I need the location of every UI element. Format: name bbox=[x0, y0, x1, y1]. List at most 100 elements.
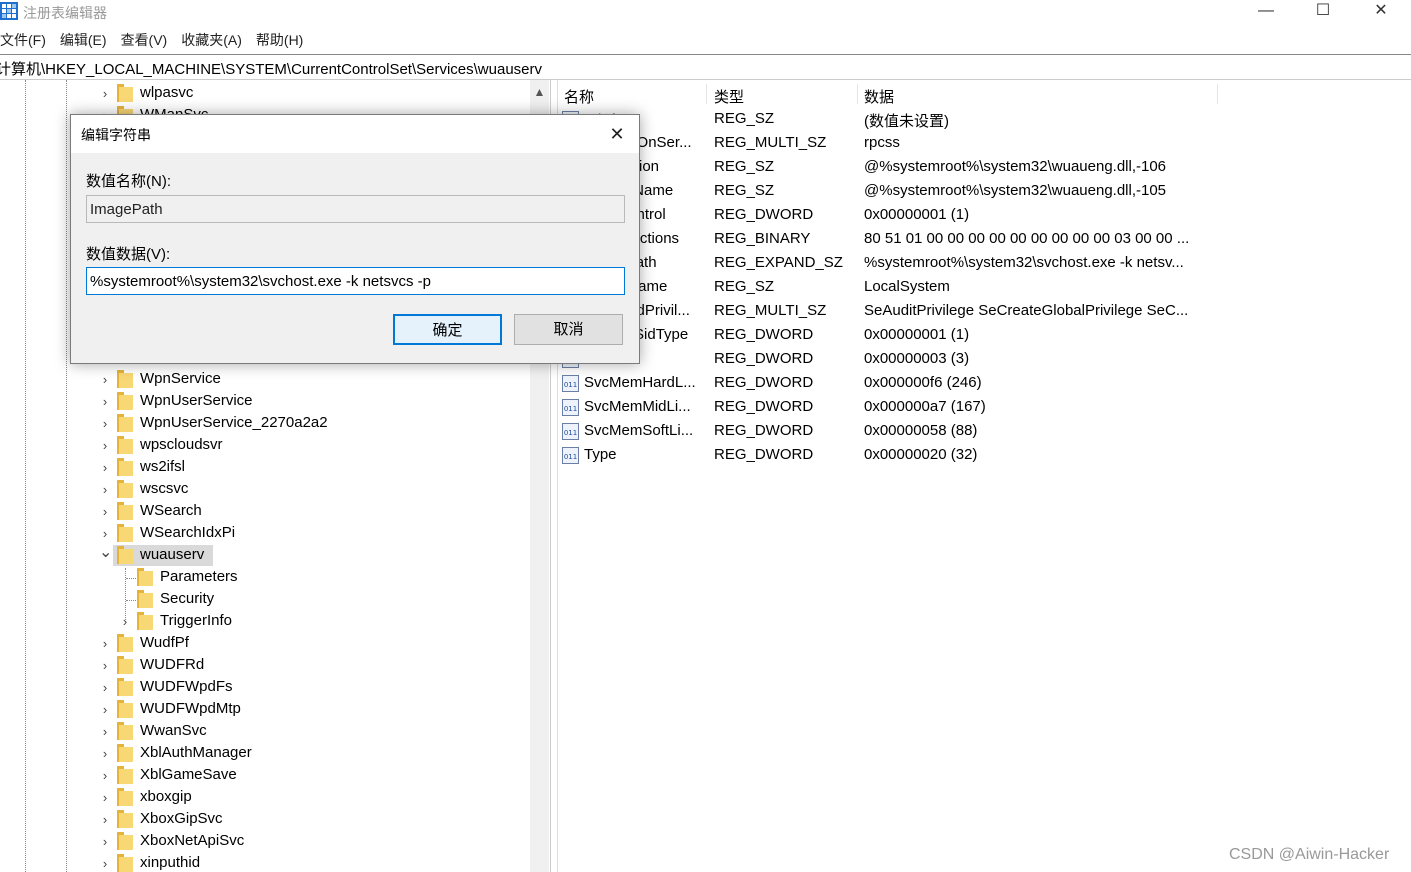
list-row[interactable]: abDependOnSer...REG_MULTI_SZrpcss bbox=[557, 132, 1411, 156]
chevron-right-icon[interactable]: › bbox=[99, 395, 111, 408]
list-row[interactable]: 011 SvcMemSoftLi... REG_DWORD 0x00000058 (8… bbox=[557, 420, 1411, 444]
window-title: 注册表编辑器 bbox=[23, 5, 107, 21]
chevron-right-icon[interactable]: › bbox=[99, 417, 111, 430]
menu-edit[interactable]: 编辑(E) bbox=[60, 30, 107, 50]
tree-item[interactable]: Parameters bbox=[0, 567, 530, 589]
tree-item[interactable]: › TriggerInfo bbox=[0, 611, 530, 633]
menu-help[interactable]: 帮助(H) bbox=[256, 30, 303, 50]
cancel-button[interactable]: 取消 bbox=[514, 314, 623, 345]
dialog-close-icon[interactable]: ✕ bbox=[599, 119, 635, 149]
folder-icon bbox=[117, 766, 133, 784]
chevron-right-icon[interactable]: › bbox=[99, 483, 111, 496]
close-window-button[interactable]: ✕ bbox=[1358, 0, 1404, 24]
tree-guide-line bbox=[126, 578, 136, 580]
tree-item[interactable]: › xinputhid bbox=[0, 853, 530, 872]
tree-item-label: WSearchIdxPi bbox=[140, 524, 236, 541]
value-data-field[interactable] bbox=[86, 267, 625, 295]
tree-item[interactable]: › wpscloudsvr bbox=[0, 435, 530, 457]
address-bar[interactable]: 计算机\HKEY_LOCAL_MACHINE\SYSTEM\CurrentCon… bbox=[0, 58, 542, 79]
list-row[interactable]: abImagePathREG_EXPAND_SZ%systemroot%\sys… bbox=[557, 252, 1411, 276]
chevron-right-icon[interactable]: › bbox=[99, 857, 111, 870]
value-list[interactable]: 名称 类型 数据 ab(默认)REG_SZ(数值未设置)abDependOnSe… bbox=[557, 80, 1411, 872]
tree-item[interactable]: › WSearch bbox=[0, 501, 530, 523]
column-header-type[interactable]: 类型 bbox=[714, 86, 744, 107]
tree-item[interactable]: › WpnUserService bbox=[0, 391, 530, 413]
list-row[interactable]: abDisplayNameREG_SZ@%systemroot%\system3… bbox=[557, 180, 1411, 204]
tree-item[interactable]: › WwanSvc bbox=[0, 721, 530, 743]
column-header-data[interactable]: 数据 bbox=[864, 86, 894, 107]
chevron-right-icon[interactable]: › bbox=[99, 703, 111, 716]
tree-item[interactable]: › wlpasvc bbox=[0, 83, 530, 105]
chevron-right-icon[interactable]: › bbox=[99, 439, 111, 452]
menu-file[interactable]: 文件(F) bbox=[0, 30, 46, 50]
chevron-right-icon[interactable]: › bbox=[99, 505, 111, 518]
chevron-right-icon[interactable]: › bbox=[99, 681, 111, 694]
list-row[interactable]: 011StartREG_DWORD0x00000003 (3) bbox=[557, 348, 1411, 372]
chevron-right-icon[interactable]: › bbox=[99, 725, 111, 738]
column-separator[interactable] bbox=[706, 84, 707, 104]
chevron-right-icon[interactable]: › bbox=[99, 747, 111, 760]
svg-text:011: 011 bbox=[564, 429, 577, 437]
chevron-right-icon[interactable]: › bbox=[99, 659, 111, 672]
tree-item-label: ws2ifsl bbox=[140, 458, 186, 475]
menu-favorites[interactable]: 收藏夹(A) bbox=[181, 30, 242, 50]
tree-item[interactable]: › XblGameSave bbox=[0, 765, 530, 787]
chevron-right-icon[interactable]: › bbox=[99, 461, 111, 474]
scroll-up-arrow-icon[interactable]: ▲ bbox=[530, 82, 549, 102]
list-row[interactable]: abRequiredPrivil...REG_MULTI_SZSeAuditPr… bbox=[557, 300, 1411, 324]
tree-item[interactable]: › WUDFWpdFs bbox=[0, 677, 530, 699]
tree-item[interactable]: › wscsvc bbox=[0, 479, 530, 501]
tree-item[interactable]: ⌄ wuauserv bbox=[0, 545, 530, 567]
column-separator[interactable] bbox=[1217, 84, 1218, 104]
tree-item[interactable]: › WUDFRd bbox=[0, 655, 530, 677]
chevron-right-icon[interactable]: › bbox=[99, 527, 111, 540]
list-row[interactable]: 011ErrorControlREG_DWORD0x00000001 (1) bbox=[557, 204, 1411, 228]
tree-item[interactable]: › XblAuthManager bbox=[0, 743, 530, 765]
list-row[interactable]: ab(默认)REG_SZ(数值未设置) bbox=[557, 108, 1411, 132]
chevron-right-icon[interactable]: › bbox=[99, 769, 111, 782]
minimize-button[interactable]: — bbox=[1243, 0, 1289, 24]
chevron-right-icon[interactable]: › bbox=[99, 813, 111, 826]
list-row[interactable]: abObjectNameREG_SZLocalSystem bbox=[557, 276, 1411, 300]
value-name-field[interactable] bbox=[86, 195, 625, 223]
tree-item[interactable]: › xboxgip bbox=[0, 787, 530, 809]
tree-item[interactable]: › WpnService bbox=[0, 369, 530, 391]
tree-item[interactable]: › WSearchIdxPi bbox=[0, 523, 530, 545]
chevron-right-icon[interactable]: › bbox=[99, 835, 111, 848]
divider bbox=[0, 54, 1411, 55]
tree-item[interactable]: › WUDFWpdMtp bbox=[0, 699, 530, 721]
chevron-right-icon[interactable]: › bbox=[99, 637, 111, 650]
list-row[interactable]: 011 SvcMemMidLi... REG_DWORD 0x000000a7 (16… bbox=[557, 396, 1411, 420]
tree-item-label: XboxGipSvc bbox=[140, 810, 223, 827]
tree-item-label: XboxNetApiSvc bbox=[140, 832, 245, 849]
chevron-down-icon[interactable]: ⌄ bbox=[99, 545, 112, 561]
folder-icon bbox=[117, 436, 133, 454]
ok-button[interactable]: 确定 bbox=[393, 314, 502, 345]
menu-view[interactable]: 查看(V) bbox=[121, 30, 168, 50]
tree-item[interactable]: › XboxGipSvc bbox=[0, 809, 530, 831]
cell-name: Type bbox=[584, 446, 617, 463]
chevron-right-icon[interactable]: › bbox=[99, 791, 111, 804]
chevron-right-icon[interactable]: › bbox=[119, 615, 131, 628]
chevron-right-icon[interactable]: › bbox=[99, 87, 111, 100]
cell-type: REG_SZ bbox=[714, 182, 775, 199]
column-separator[interactable] bbox=[857, 84, 858, 104]
list-row[interactable]: 011FailureActionsREG_BINARY80 51 01 00 0… bbox=[557, 228, 1411, 252]
column-header-name[interactable]: 名称 bbox=[564, 86, 594, 107]
list-row[interactable]: 011 Type REG_DWORD 0x00000020 (32) bbox=[557, 444, 1411, 468]
maximize-button[interactable]: ☐ bbox=[1300, 0, 1346, 24]
tree-item[interactable]: › WpnUserService_2270a2a2 bbox=[0, 413, 530, 435]
tree-item[interactable]: › XboxNetApiSvc bbox=[0, 831, 530, 853]
tree-item[interactable]: Security bbox=[0, 589, 530, 611]
list-row[interactable]: abDescriptionREG_SZ@%systemroot%\system3… bbox=[557, 156, 1411, 180]
tree-item-label: WUDFRd bbox=[140, 656, 205, 673]
cell-name: SvcMemHardL... bbox=[584, 374, 696, 391]
list-row[interactable]: 011 SvcMemHardL... REG_DWORD 0x000000f6 (24… bbox=[557, 372, 1411, 396]
cell-type: REG_DWORD bbox=[714, 422, 814, 439]
reg-binary-icon: 011 bbox=[562, 447, 579, 464]
chevron-right-icon[interactable]: › bbox=[99, 373, 111, 386]
tree-item[interactable]: › ws2ifsl bbox=[0, 457, 530, 479]
list-row[interactable]: 011ServiceSidTypeREG_DWORD0x00000001 (1) bbox=[557, 324, 1411, 348]
tree-item[interactable]: › WudfPf bbox=[0, 633, 530, 655]
folder-icon bbox=[117, 832, 133, 850]
